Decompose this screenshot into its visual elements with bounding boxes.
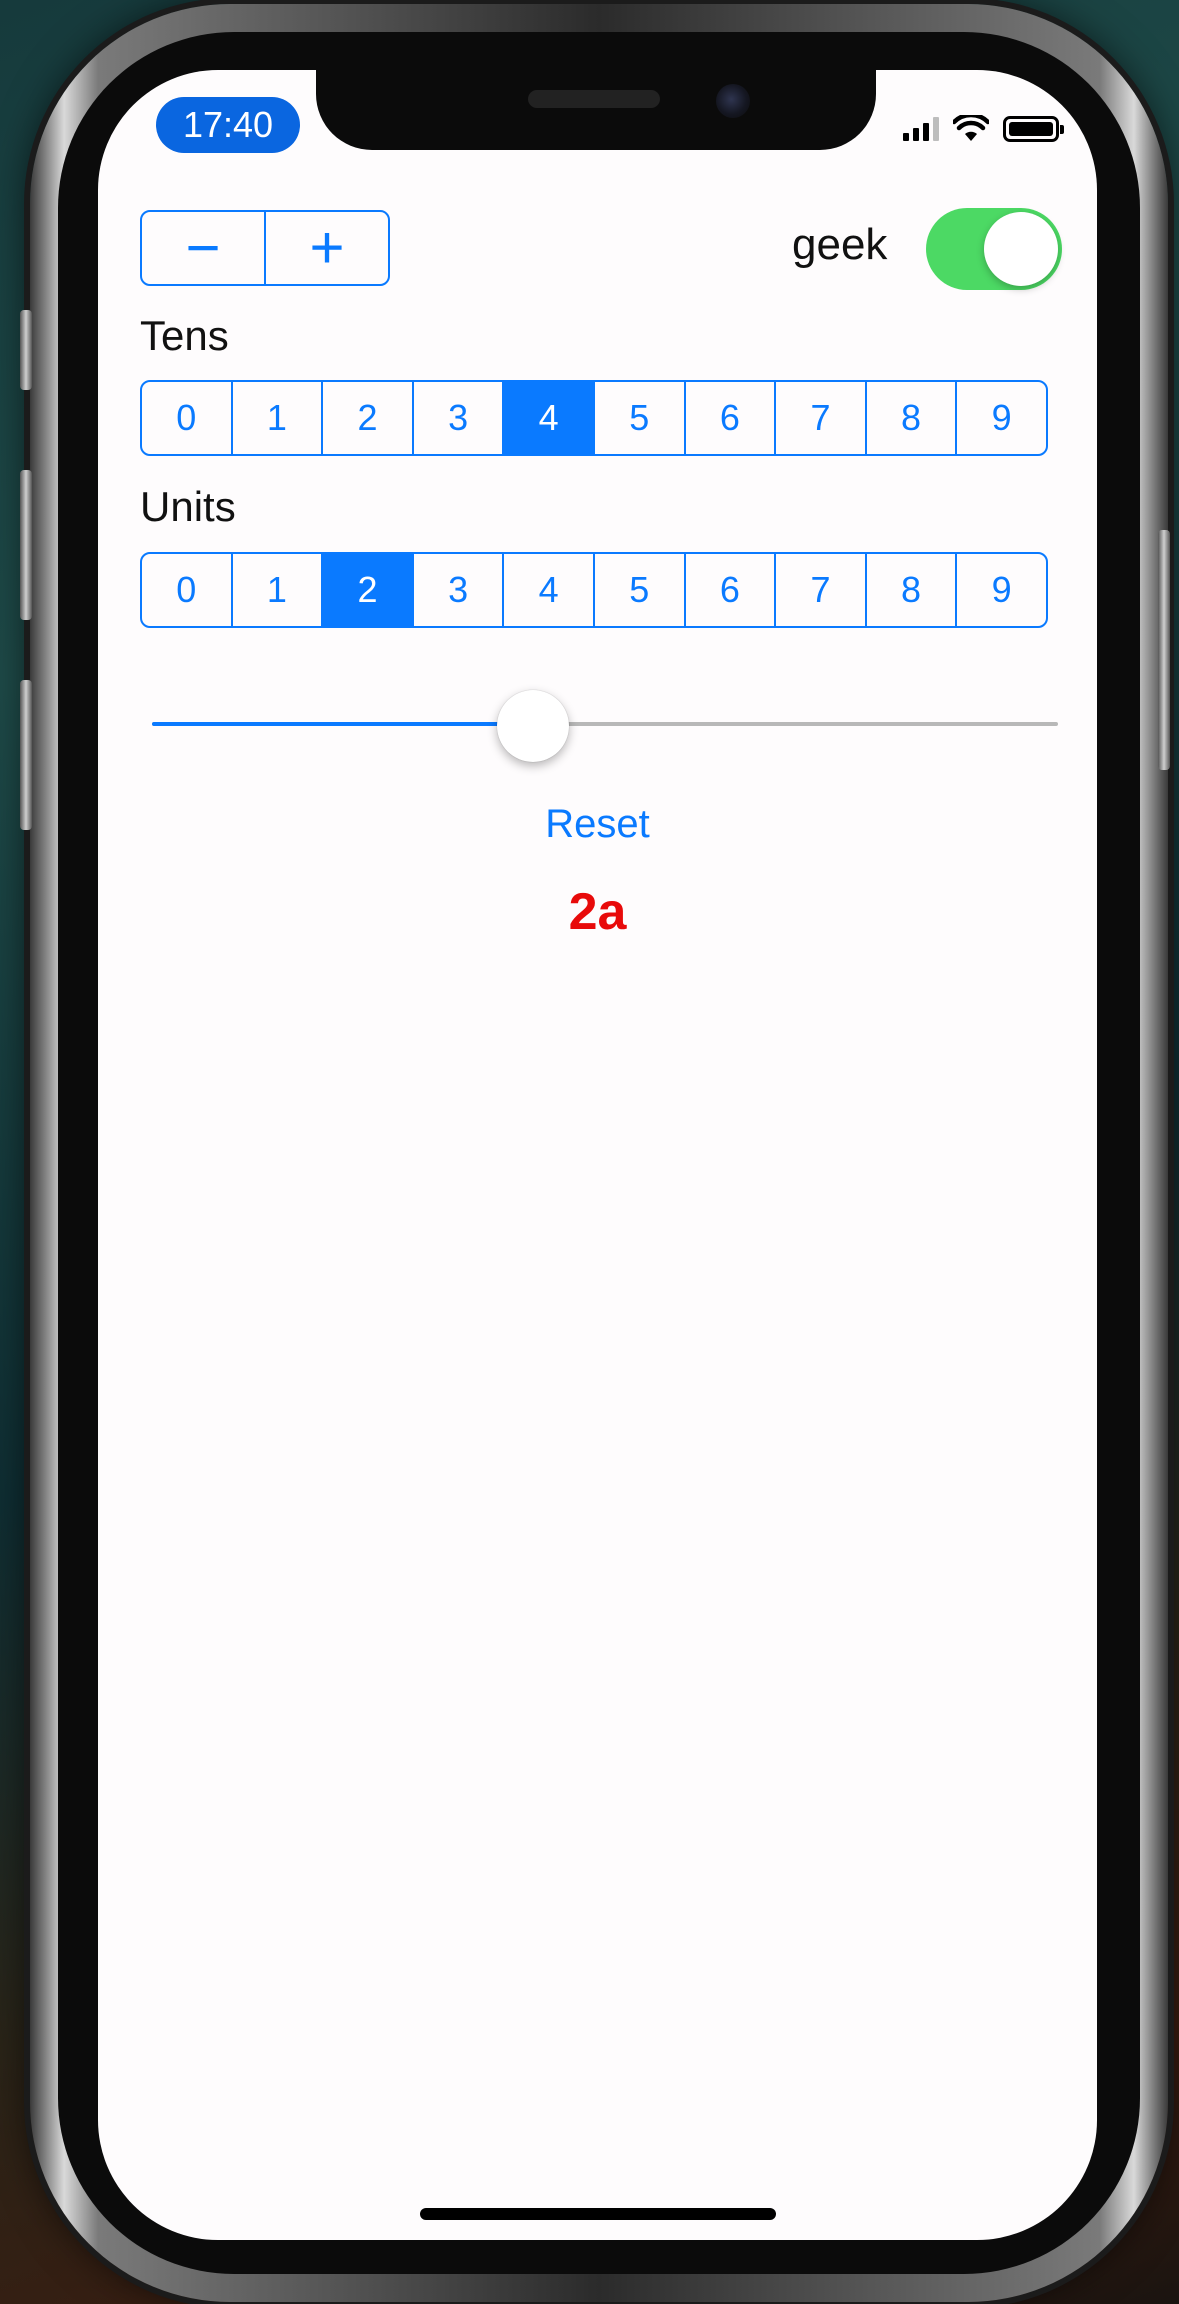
units-segment-2[interactable]: 2 [321, 554, 412, 626]
tens-segment-2[interactable]: 2 [321, 382, 412, 454]
stepper: − + [140, 210, 390, 286]
tens-segment-6[interactable]: 6 [683, 382, 775, 454]
tens-segment-8[interactable]: 8 [864, 382, 956, 454]
units-segment-1[interactable]: 1 [230, 554, 322, 626]
tens-segmented-control: 0123456789 [140, 380, 1048, 456]
tens-segment-1[interactable]: 1 [230, 382, 322, 454]
units-segment-7[interactable]: 7 [774, 554, 865, 626]
units-segment-6[interactable]: 6 [683, 554, 775, 626]
units-segment-4[interactable]: 4 [502, 554, 593, 626]
power-button [1158, 530, 1170, 770]
mute-switch [20, 310, 32, 390]
units-label: Units [140, 483, 236, 530]
units-segment-8[interactable]: 8 [864, 554, 956, 626]
notch [316, 70, 876, 150]
volume-down-button [20, 680, 32, 830]
units-segment-9[interactable]: 9 [955, 554, 1046, 626]
units-segmented-control: 0123456789 [140, 552, 1048, 628]
cellular-signal-icon [903, 117, 939, 141]
home-indicator[interactable] [420, 2208, 776, 2220]
geek-toggle-label: geek [792, 220, 888, 269]
increment-button[interactable]: + [264, 212, 388, 284]
tens-segment-9[interactable]: 9 [955, 382, 1046, 454]
tens-label: Tens [140, 312, 229, 359]
status-icons [903, 115, 1064, 143]
slider-track[interactable] [152, 722, 1058, 726]
toggle-knob [984, 212, 1058, 286]
geek-toggle[interactable] [926, 208, 1062, 290]
reset-button[interactable]: Reset [98, 802, 1097, 847]
volume-up-button [20, 470, 32, 620]
units-segment-5[interactable]: 5 [592, 554, 684, 626]
tens-segment-5[interactable]: 5 [592, 382, 684, 454]
app-screen: 17:40 − + geek Tens 0123456789 Units 012… [98, 70, 1097, 2240]
status-time: 17:40 [156, 97, 300, 153]
battery-icon [1003, 116, 1064, 142]
slider-fill [152, 722, 533, 726]
units-segment-0[interactable]: 0 [142, 554, 231, 626]
units-segment-3[interactable]: 3 [411, 554, 503, 626]
tens-segment-0[interactable]: 0 [142, 382, 231, 454]
result-value: 2a [568, 883, 627, 941]
tens-segment-4[interactable]: 4 [502, 382, 593, 454]
tens-segment-3[interactable]: 3 [411, 382, 503, 454]
wifi-icon [953, 115, 989, 141]
front-camera [716, 84, 750, 118]
slider-thumb[interactable] [496, 690, 569, 762]
decrement-button[interactable]: − [142, 212, 264, 284]
tens-segment-7[interactable]: 7 [774, 382, 865, 454]
